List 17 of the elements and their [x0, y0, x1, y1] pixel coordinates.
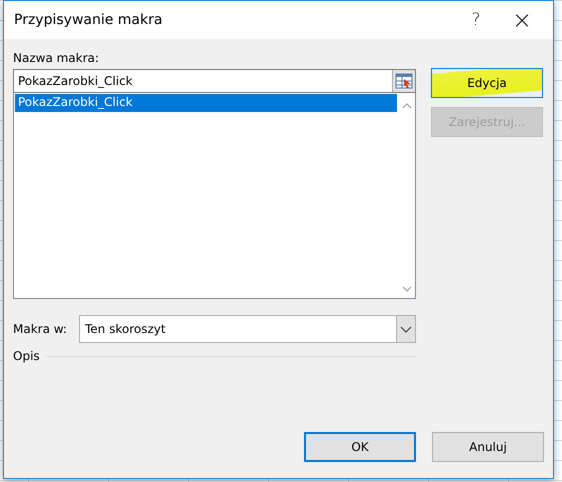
- help-button[interactable]: ?: [453, 1, 499, 39]
- field-label: Makra w:: [13, 322, 68, 336]
- field-label: Nazwa makra:: [13, 51, 100, 65]
- scroll-down-icon: [402, 286, 412, 292]
- ok-button[interactable]: OK: [304, 432, 416, 462]
- scroll-up-icon: [402, 103, 412, 109]
- cancel-button[interactable]: Anuluj: [432, 432, 544, 462]
- window-title: Przypisywanie makra: [14, 12, 164, 28]
- macros-in-dropdown[interactable]: Ten skoroszyt: [79, 315, 416, 343]
- chevron-down-icon: [400, 326, 412, 332]
- range-select-button[interactable]: [392, 70, 415, 92]
- group-label: Opis: [13, 349, 40, 363]
- macro-name-field[interactable]: PokazZarobki_Click: [13, 69, 416, 93]
- edit-button[interactable]: Edycja: [431, 68, 543, 98]
- list-item[interactable]: PokazZarobki_Click: [15, 94, 397, 112]
- close-button[interactable]: ×: [499, 1, 545, 39]
- range-icon: [395, 73, 413, 89]
